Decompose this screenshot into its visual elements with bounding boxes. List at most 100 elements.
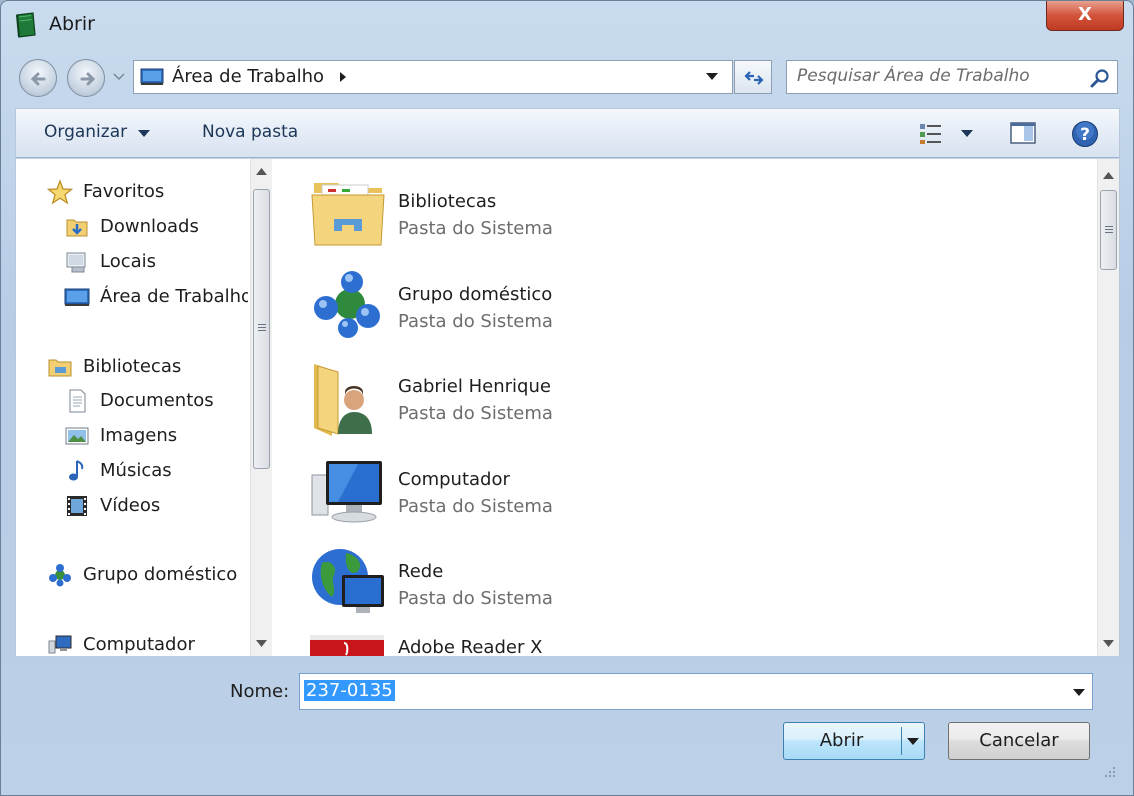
file-type: Pasta do Sistema [398, 218, 553, 239]
views-dropdown-icon[interactable] [961, 130, 973, 137]
sidebar-item-label: Bibliotecas [83, 356, 182, 377]
sidebar-item-label: Vídeos [100, 495, 161, 516]
file-name: Rede [398, 561, 444, 582]
address-bar[interactable]: Área de Trabalho [133, 60, 733, 94]
file-type: Pasta do Sistema [398, 588, 553, 609]
navigation-scrollbar[interactable] [250, 159, 272, 656]
refresh-button[interactable] [734, 60, 772, 94]
file-type: Pasta do Sistema [398, 311, 553, 332]
help-icon[interactable]: ? [1071, 120, 1099, 148]
address-dropdown-icon[interactable] [706, 73, 718, 81]
change-view-icon[interactable] [919, 123, 945, 145]
music-note-icon [69, 460, 84, 481]
document-icon [69, 389, 86, 413]
scroll-grip [1105, 229, 1113, 230]
list-item[interactable]: Gabriel Henrique Pasta do Sistema [308, 356, 908, 436]
user-folder-icon [314, 364, 372, 436]
new-folder-button[interactable]: Nova pasta [202, 122, 298, 142]
sidebar-item-label: Downloads [100, 216, 199, 237]
list-item[interactable]: Computador Pasta do Sistema [308, 449, 908, 529]
file-list: Bibliotecas Pasta do Sistema Grupo domés… [272, 159, 1097, 656]
pictures-icon [65, 427, 89, 445]
title-bar[interactable]: Abrir X [1, 1, 1133, 45]
file-name: Gabriel Henrique [398, 376, 551, 397]
app-book-icon [16, 12, 36, 38]
recent-places-icon [66, 252, 86, 273]
scroll-grip [258, 327, 266, 328]
resize-grip-icon[interactable] [1101, 763, 1117, 779]
scroll-grip [258, 330, 266, 331]
file-name-combobox[interactable]: 237-0135 [299, 673, 1093, 710]
command-bar: Organizar Nova pasta ? [15, 108, 1120, 158]
scroll-down-icon[interactable] [256, 640, 267, 647]
computer-icon [311, 461, 382, 523]
content-area: Favoritos Downloads Locais Área de Traba… [15, 159, 1120, 656]
scroll-grip [1105, 226, 1113, 227]
list-item[interactable]: Bibliotecas Pasta do Sistema [308, 171, 908, 251]
libraries-icon [48, 359, 72, 377]
sidebar-item-label: Favoritos [83, 181, 165, 202]
scroll-up-icon[interactable] [256, 168, 267, 175]
arrow-left-icon [30, 72, 46, 86]
back-button[interactable] [19, 59, 57, 97]
list-item[interactable]: Rede Pasta do Sistema [308, 541, 908, 621]
open-file-dialog: Abrir X Área de Trabalho Pesquisar Área … [0, 0, 1134, 796]
window-title: Abrir [49, 13, 95, 35]
file-name: Adobe Reader X [398, 637, 543, 656]
network-globe-icon [312, 549, 384, 613]
cancel-button[interactable]: Cancelar [948, 722, 1090, 760]
chevron-down-icon[interactable] [1073, 689, 1085, 696]
scroll-grip [1105, 232, 1113, 233]
search-box[interactable] [786, 60, 1118, 94]
sidebar-item-label: Grupo doméstico [83, 564, 238, 585]
sidebar-item-label: Músicas [100, 460, 172, 481]
file-name: Grupo doméstico [398, 284, 553, 305]
film-icon [67, 496, 87, 516]
star-icon [47, 179, 73, 205]
open-button[interactable]: Abrir [783, 722, 925, 760]
svg-text:?: ? [1080, 125, 1090, 145]
close-button[interactable]: X [1046, 1, 1124, 31]
arrow-right-icon [80, 72, 96, 86]
recent-locations-dropdown-icon[interactable] [113, 73, 125, 81]
open-button-label: Abrir [819, 730, 864, 751]
file-name-input[interactable]: 237-0135 [304, 680, 395, 701]
search-icon[interactable] [1090, 68, 1110, 88]
file-list-scrollbar[interactable] [1097, 159, 1119, 656]
file-type: Pasta do Sistema [398, 496, 553, 517]
file-name: Bibliotecas [398, 191, 497, 212]
scroll-up-icon[interactable] [1103, 172, 1114, 179]
desktop-icon [64, 288, 90, 306]
preview-pane-icon[interactable] [1010, 122, 1036, 144]
file-name: Computador [398, 469, 510, 490]
split-divider [901, 727, 902, 755]
libraries-folder-icon [311, 183, 385, 246]
navigation-pane: Favoritos Downloads Locais Área de Traba… [16, 159, 248, 656]
forward-button[interactable] [67, 59, 105, 97]
organize-menu-button[interactable]: Organizar [44, 122, 127, 142]
list-item[interactable]: Adobe Reader X [308, 629, 908, 656]
open-options-dropdown-icon[interactable] [907, 738, 919, 745]
list-item[interactable]: Grupo doméstico Pasta do Sistema [308, 264, 908, 344]
homegroup-icon [314, 271, 380, 338]
scroll-down-icon[interactable] [1103, 640, 1114, 647]
downloads-folder-icon [66, 219, 88, 237]
search-input[interactable] [797, 66, 1082, 86]
adobe-reader-icon [310, 635, 384, 656]
chevron-down-icon[interactable] [138, 130, 150, 137]
desktop-icon [140, 68, 164, 85]
refresh-arrows-icon [744, 71, 764, 85]
breadcrumb-arrow-icon[interactable] [339, 71, 347, 83]
sidebar-item-label: Imagens [100, 425, 178, 446]
scroll-grip [258, 324, 266, 325]
sidebar-item-label: Locais [100, 251, 157, 272]
sidebar-item-label: Área de Trabalho [100, 286, 248, 307]
file-type: Pasta do Sistema [398, 403, 553, 424]
scroll-thumb[interactable] [253, 189, 270, 469]
scroll-thumb[interactable] [1100, 190, 1117, 270]
sidebar-item-label: Computador [83, 634, 195, 655]
address-location[interactable]: Área de Trabalho [172, 66, 324, 87]
computer-icon [48, 635, 72, 654]
sidebar-item-label: Documentos [100, 390, 214, 411]
homegroup-icon [49, 564, 71, 587]
